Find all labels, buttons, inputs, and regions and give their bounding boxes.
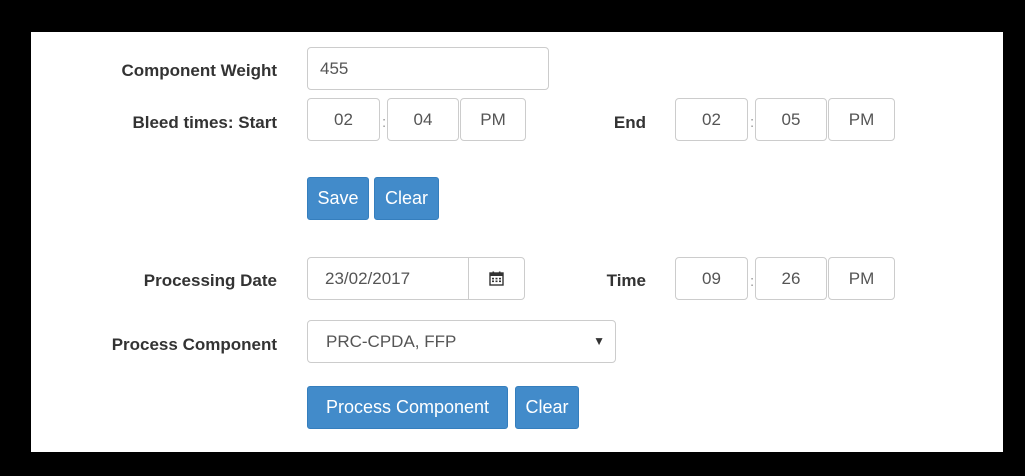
processing-time-ampm-toggle[interactable]: PM bbox=[828, 257, 895, 300]
bleed-end-ampm-toggle[interactable]: PM bbox=[828, 98, 895, 141]
bleed-end-label: End bbox=[613, 113, 646, 132]
processing-time-label: Time bbox=[606, 271, 646, 290]
component-form-panel: Component Weight 455 Bleed times: Start … bbox=[31, 32, 1003, 452]
process-component-button[interactable]: Process Component bbox=[307, 386, 508, 429]
bleed-clear-button[interactable]: Clear bbox=[374, 177, 439, 220]
bleed-start-hour-input[interactable]: 02 bbox=[307, 98, 380, 141]
chevron-down-icon: ▼ bbox=[593, 334, 605, 348]
processing-time-hour-input[interactable]: 09 bbox=[675, 257, 748, 300]
component-weight-label: Component Weight bbox=[121, 61, 278, 80]
bleed-start-label: Bleed times: Start bbox=[132, 113, 277, 132]
process-clear-button[interactable]: Clear bbox=[515, 386, 579, 429]
component-weight-input[interactable]: 455 bbox=[307, 47, 549, 90]
calendar-icon[interactable] bbox=[468, 258, 524, 299]
bleed-end-hour-input[interactable]: 02 bbox=[675, 98, 748, 141]
process-component-selected: PRC-CPDA, FFP bbox=[326, 332, 457, 351]
process-component-select[interactable]: PRC-CPDA, FFP ▼ bbox=[307, 320, 616, 363]
processing-date-value: 23/02/2017 bbox=[325, 269, 411, 288]
processing-time-separator: : bbox=[750, 273, 755, 290]
processing-date-label: Processing Date bbox=[143, 271, 277, 290]
bleed-start-minute-input[interactable]: 04 bbox=[387, 98, 459, 141]
bleed-end-minute-input[interactable]: 05 bbox=[755, 98, 827, 141]
processing-time-minute-input[interactable]: 26 bbox=[755, 257, 827, 300]
bleed-end-separator: : bbox=[750, 114, 755, 131]
bleed-start-ampm-toggle[interactable]: PM bbox=[460, 98, 526, 141]
process-component-label: Process Component bbox=[111, 335, 277, 354]
save-button[interactable]: Save bbox=[307, 177, 369, 220]
processing-date-input[interactable]: 23/02/2017 bbox=[307, 257, 525, 300]
bleed-start-separator: : bbox=[382, 114, 387, 131]
